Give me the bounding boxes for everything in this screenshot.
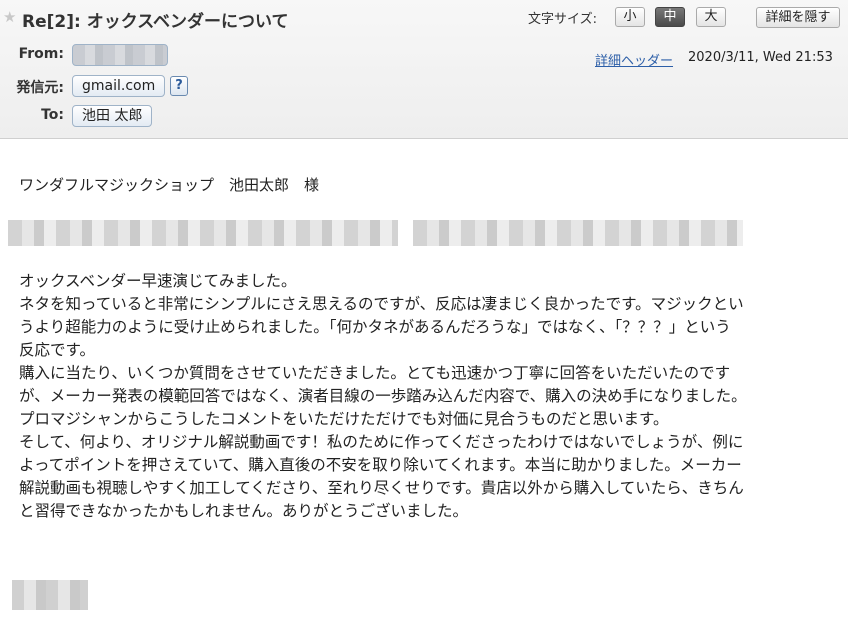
message-line: オックスベンダー早速演じてみました。 [19,272,297,290]
message-line: が、メーカー発表の模範回答ではなく、演者目線の一歩踏み込んだ内容で、購入の決め手… [19,387,747,405]
help-button[interactable]: ? [170,76,188,96]
to-label: To: [41,107,64,123]
message-line: と習得できなかったかもしれません。ありがとうございました。 [19,502,469,520]
email-header: ★ Re[2]: オックスベンダーについて 文字サイズ: 小 中 大 詳細を隠す… [0,0,848,139]
email-subject: Re[2]: オックスベンダーについて [22,12,289,32]
sender-label: 発信元: [16,80,64,96]
recipient-name[interactable]: 池田 太郎 [72,105,153,127]
message-line: プロマジシャンからこうしたコメントをいただけただけでも対価に見合うものだと思いま… [19,410,669,428]
font-size-medium-button[interactable]: 中 [655,7,685,27]
sender-address[interactable]: gmail.com [72,75,166,97]
message-line: 購入に当たり、いくつか質問をさせていただきました。とても迅速かつ丁寧に回答をいた… [19,364,731,382]
font-size-large-button[interactable]: 大 [696,7,726,27]
redacted-text-block [8,220,398,246]
hide-details-button[interactable]: 詳細を隠す [756,7,840,28]
message-line: うより超能力のように受け止められました。「何かタネがあるんだろうな」ではなく、「… [19,318,731,336]
message-line: よってポイントを押さえていて、購入直後の不安を取り除いてくれます。本当に助かりま… [19,456,742,474]
font-size-small-button[interactable]: 小 [615,7,645,27]
font-size-label: 文字サイズ: [528,12,597,27]
message-line: 反応です。 [19,341,95,359]
message-line: ネタを知っていると非常にシンプルにさえ思えるのですが、反応は凄まじく良かったです… [19,295,744,313]
message-greeting: ワンダフルマジックショップ 池田太郎 様 [19,176,320,194]
email-date: 2020/3/11, Wed 21:53 [688,50,833,65]
message-body: オックスベンダー早速演じてみました。 ネタを知っていると非常にシンプルにさえ思え… [19,270,834,523]
detail-header-link[interactable]: 詳細ヘッダー [595,50,673,69]
message-line: そして、何より、オリジナル解説動画です！私のために作ってくださったわけではないで… [19,433,744,451]
from-address-redacted[interactable] [72,44,168,66]
message-line: 解説動画も視聴しやすく加工してくださり、至れり尽くせりです。貴店以外から購入して… [19,479,744,497]
from-label: From: [18,46,64,62]
redacted-signature [12,580,88,610]
star-icon[interactable]: ★ [3,8,16,26]
redacted-text-block [413,220,743,246]
